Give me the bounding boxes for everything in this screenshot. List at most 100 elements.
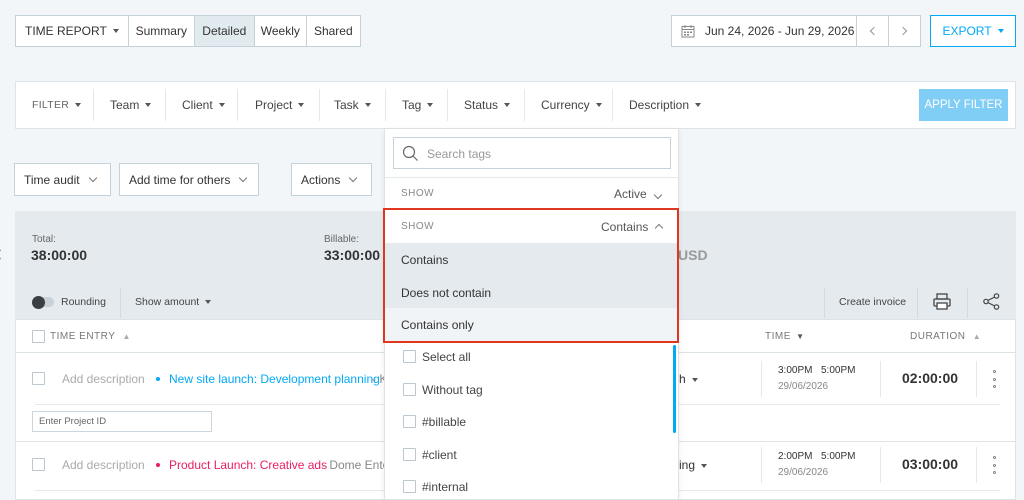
next-period-button[interactable] — [888, 15, 921, 47]
chevron-down-icon — [349, 173, 358, 182]
sort-desc-icon: ▼ — [796, 332, 805, 341]
select-all-tags-label[interactable]: Select all — [422, 350, 471, 364]
rounding-label: Rounding — [61, 296, 106, 308]
caret-down-icon — [701, 463, 708, 468]
filter-team[interactable]: Team — [110, 82, 152, 128]
amount-currency: USD — [678, 247, 708, 263]
tab-summary[interactable]: Summary — [129, 16, 195, 46]
caret-down-icon — [112, 29, 119, 33]
calendar-icon — [681, 25, 695, 38]
tag-search-field[interactable]: Search tags — [393, 137, 671, 169]
caret-down-icon — [427, 103, 434, 107]
date-range-text: Jun 24, 2026 - Jun 29, 2026 — [705, 24, 855, 38]
sort-icon: ▲ — [972, 332, 982, 341]
tab-summary-label: Summary — [135, 24, 187, 38]
project-id-input[interactable]: Enter Project ID — [32, 411, 212, 432]
entry-project[interactable]: New site launch: Development planning — [169, 372, 380, 386]
prev-period-button[interactable] — [856, 15, 889, 47]
tab-weekly[interactable]: Weekly — [255, 16, 307, 46]
entry-project[interactable]: Product Launch: Creative ads — [169, 458, 327, 472]
entry-description[interactable]: Add description — [62, 372, 145, 386]
select-all-tags-checkbox[interactable] — [403, 350, 416, 363]
more-options-icon[interactable] — [993, 456, 997, 474]
apply-filter-button[interactable]: APPLY FILTER — [919, 89, 1008, 121]
more-options-icon[interactable] — [993, 370, 997, 388]
show-active-label: SHOW — [401, 188, 435, 199]
show-amount-dropdown[interactable]: Show amount — [135, 296, 212, 308]
caret-down-icon — [218, 103, 225, 107]
export-label: EXPORT — [942, 24, 992, 38]
rounding-toggle[interactable] — [32, 295, 54, 309]
entry-start-time[interactable]: 3:00PM — [778, 365, 812, 376]
actions-label: Actions — [301, 172, 341, 187]
report-tabs: TIME REPORT Summary Detailed Weekly Shar… — [15, 15, 361, 47]
sort-icon: ▲︎ — [122, 332, 131, 341]
tag-client-label[interactable]: #client — [422, 448, 457, 462]
filter-label: FILTER — [32, 82, 82, 128]
tab-detailed[interactable]: Detailed — [194, 16, 255, 46]
time-audit-label: Time audit — [24, 172, 80, 187]
entry-user-dropdown[interactable]: h — [679, 372, 698, 386]
chevron-down-icon — [239, 173, 248, 182]
total-label: Total: — [32, 234, 56, 245]
show-amount-label: Show amount — [135, 296, 200, 308]
export-button[interactable]: EXPORT — [930, 15, 1016, 47]
time-entry-header[interactable]: TIME ENTRY ▲︎ — [50, 331, 131, 342]
apply-filter-label: APPLY FILTER — [924, 99, 1003, 111]
dropdown-scrollbar[interactable] — [673, 345, 676, 433]
filter-description[interactable]: Description — [629, 82, 702, 128]
add-time-dropdown[interactable]: Add time for others — [119, 163, 259, 196]
filter-status[interactable]: Status — [464, 82, 511, 128]
entry-user-dropdown[interactable]: ing — [679, 458, 708, 472]
chevron-down-icon — [88, 173, 97, 182]
entry-start-time[interactable]: 2:00PM — [778, 451, 812, 462]
tag-search-placeholder: Search tags — [427, 147, 492, 161]
tag-billable-checkbox[interactable] — [403, 415, 416, 428]
entry-end-time[interactable]: 5:00PM — [821, 451, 855, 462]
collapse-left-icon[interactable] — [0, 249, 6, 260]
without-tag-label[interactable]: Without tag — [422, 383, 483, 397]
filter-client[interactable]: Client — [182, 82, 225, 128]
filter-project[interactable]: Project — [255, 82, 305, 128]
entry-description[interactable]: Add description — [62, 458, 145, 472]
entry-checkbox[interactable] — [32, 372, 45, 385]
billable-value: 33:00:00 — [324, 247, 381, 263]
entry-date[interactable]: 29/06/2026 — [778, 381, 828, 392]
entry-date[interactable]: 29/06/2026 — [778, 467, 828, 478]
time-report-dropdown[interactable]: TIME REPORT — [16, 16, 129, 46]
tab-shared[interactable]: Shared — [307, 16, 360, 46]
caret-down-icon — [691, 377, 698, 382]
print-icon[interactable] — [933, 293, 951, 310]
tab-detailed-label: Detailed — [202, 24, 247, 38]
duration-header[interactable]: DURATION ▲ — [910, 331, 981, 342]
caret-down-icon — [75, 103, 82, 107]
share-icon[interactable] — [983, 293, 1000, 310]
create-invoice-button[interactable]: Create invoice — [839, 296, 906, 308]
caret-down-icon — [997, 29, 1004, 33]
entry-duration[interactable]: 03:00:00 — [902, 456, 958, 472]
project-dot — [156, 377, 160, 381]
without-tag-checkbox[interactable] — [403, 383, 416, 396]
filter-currency[interactable]: Currency — [541, 82, 602, 128]
chevron-right-icon — [898, 26, 908, 36]
date-range-picker[interactable]: Jun 24, 2026 - Jun 29, 2026 — [671, 15, 857, 47]
chevron-down-icon — [653, 190, 662, 200]
caret-down-icon — [364, 103, 371, 107]
time-report-label: TIME REPORT — [25, 24, 107, 38]
entry-end-time[interactable]: 5:00PM — [821, 365, 855, 376]
time-header[interactable]: TIME ▼ — [765, 331, 805, 342]
select-all-entries-checkbox[interactable] — [32, 330, 45, 343]
tag-billable-label[interactable]: #billable — [422, 415, 466, 429]
show-active-dropdown[interactable]: Active — [614, 187, 662, 201]
entry-checkbox[interactable] — [32, 458, 45, 471]
search-icon — [402, 145, 418, 161]
actions-dropdown[interactable]: Actions — [291, 163, 372, 196]
filter-task[interactable]: Task — [334, 82, 371, 128]
entry-duration[interactable]: 02:00:00 — [902, 370, 958, 386]
tag-internal-checkbox[interactable] — [403, 480, 416, 493]
tag-internal-label[interactable]: #internal — [422, 480, 468, 494]
filter-tag[interactable]: Tag — [402, 82, 434, 128]
tag-client-checkbox[interactable] — [403, 448, 416, 461]
time-audit-dropdown[interactable]: Time audit — [14, 163, 111, 196]
caret-down-icon — [205, 300, 212, 305]
